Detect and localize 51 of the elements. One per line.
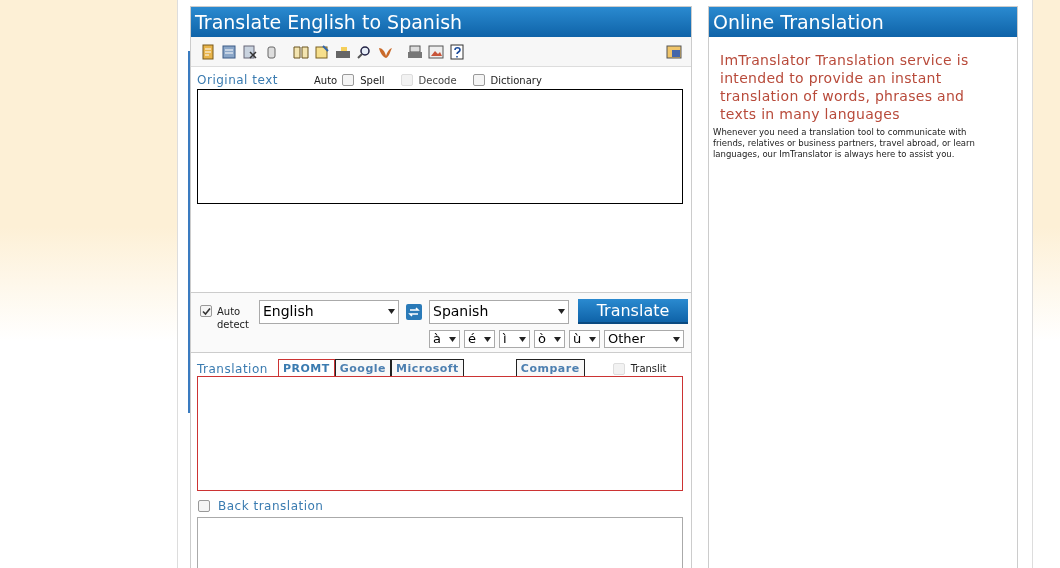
target-language-select[interactable]: Spanish <box>429 299 569 324</box>
panel-title: Translate English to Spanish <box>191 7 691 37</box>
auto-detect-label: Auto detect <box>217 305 250 332</box>
accent-select[interactable]: Other <box>604 330 684 348</box>
help-icon[interactable] <box>449 43 465 60</box>
image-icon[interactable] <box>428 43 444 60</box>
checkbox-label: Decode <box>418 73 457 88</box>
notepad-icon[interactable] <box>314 43 330 60</box>
caret-icon <box>449 336 456 342</box>
translate-button[interactable]: Translate <box>578 299 688 324</box>
translation-field[interactable] <box>197 376 683 491</box>
caret-icon <box>673 336 680 342</box>
delete-icon[interactable] <box>242 43 258 60</box>
printer-icon[interactable] <box>407 43 423 60</box>
source-language-select[interactable]: English <box>259 299 399 324</box>
auto-label: Auto <box>313 73 338 88</box>
caret-icon <box>388 309 395 314</box>
checkbox-label: Dictionary <box>490 73 542 88</box>
headline-text: ImTranslator Translation service is intended to provide an instant translation of words, phrases and texts in many languages <box>719 51 970 123</box>
accent-select[interactable]: ì <box>499 330 530 348</box>
magnifier-icon[interactable] <box>356 43 372 60</box>
translation-label: Translation <box>197 362 268 376</box>
book-icon[interactable] <box>293 43 309 60</box>
checkbox-label: Spell <box>360 73 385 88</box>
engine-tab[interactable]: Google <box>334 359 391 376</box>
caret-icon <box>484 336 491 342</box>
caret-icon <box>558 309 565 314</box>
accent-select[interactable]: é <box>464 330 495 348</box>
checkbox[interactable] <box>342 74 355 86</box>
original-text-field[interactable] <box>197 89 683 204</box>
caret-icon <box>589 336 596 342</box>
original-text-label: Original text <box>197 72 278 89</box>
caret-icon <box>554 336 561 342</box>
description-text: Whenever you need a translation tool to communicate with friends, relatives or business partners, travel abroad, or learn languages, our ImTranslator is always here to assist you. <box>712 127 976 160</box>
caret-icon <box>519 336 526 342</box>
panel-title: Online Translation <box>709 7 1017 37</box>
engine-tab[interactable]: PROMT <box>277 359 335 376</box>
engine-tab[interactable]: Microsoft <box>391 359 464 376</box>
page-icon[interactable] <box>200 43 216 60</box>
back-translation-label: Back translation <box>218 498 324 515</box>
accent-select[interactable]: à <box>429 330 460 348</box>
compare-tab[interactable]: Compare <box>515 359 585 376</box>
checkbox[interactable] <box>200 305 212 317</box>
accent-select[interactable]: ù <box>569 330 600 348</box>
accent-select[interactable]: ò <box>534 330 565 348</box>
swap-icon[interactable] <box>406 303 422 320</box>
translit-label: Translit <box>630 362 667 376</box>
document-icon[interactable] <box>221 43 237 60</box>
window-icon[interactable] <box>666 43 682 60</box>
checkbox[interactable] <box>198 500 210 512</box>
checkbox[interactable] <box>472 74 485 86</box>
